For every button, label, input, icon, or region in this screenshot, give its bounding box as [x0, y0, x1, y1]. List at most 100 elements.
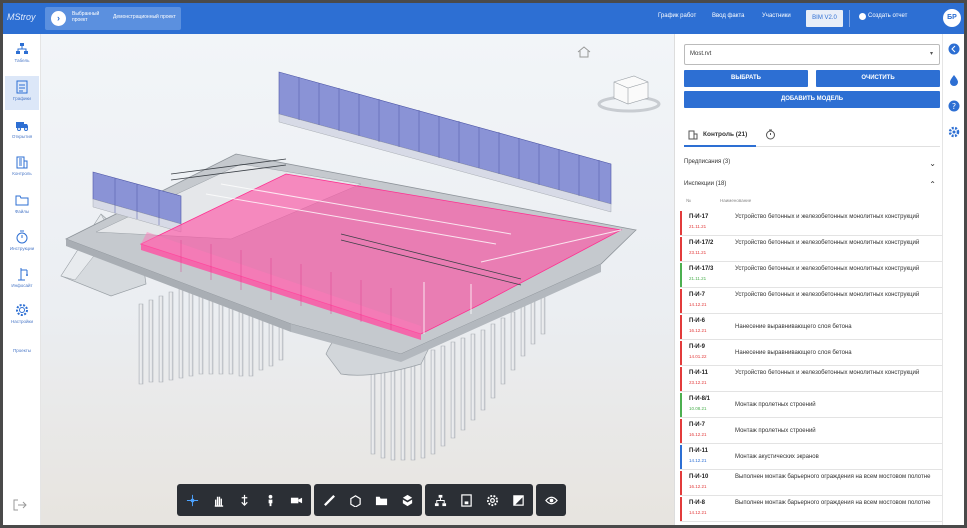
sidebar-item-label: Графики: [13, 96, 31, 101]
folder-icon: [375, 496, 387, 505]
inspection-name: Монтаж пролетных строений: [735, 402, 816, 408]
sidebar-item-settings[interactable]: Настройки: [5, 299, 39, 333]
sidebar-item-label: Настройки: [10, 319, 34, 324]
app-window: MStroy › Выбранный проект Демонстрационн…: [3, 3, 964, 525]
create-report-button[interactable]: Создать отчет: [868, 13, 907, 19]
sidebar-item-openings[interactable]: Открытия: [5, 114, 39, 148]
inspection-code: П-И-6: [689, 318, 705, 324]
section-box-icon: [349, 494, 361, 507]
water-drop-icon[interactable]: [948, 74, 960, 86]
section-box-button[interactable]: [343, 488, 367, 512]
project-name: Демонстрационный проект: [113, 14, 176, 20]
inspection-code: П-И-9: [689, 344, 705, 350]
sidebar-item-projects[interactable]: Проекты: [5, 344, 39, 360]
inspection-row[interactable]: П-И-17/2 23.11.21 Устройство бетонных и же…: [680, 236, 942, 262]
nav-participants[interactable]: Участники: [762, 13, 791, 19]
inspection-code: П-И-7: [689, 292, 705, 298]
sidebar-item-label: Табель: [14, 58, 30, 63]
folder-icon: [15, 195, 29, 206]
project-selector-button[interactable]: › Выбранный проект Демонстрационный прое…: [45, 7, 181, 30]
org-chart-icon: [16, 43, 28, 54]
inspection-name: Устройство бетонных и железобетонных мон…: [735, 214, 920, 220]
inspection-row[interactable]: П-И-10 16.12.21 Выполнен монтаж барьерного…: [680, 470, 942, 496]
caret-down-icon: ▾: [929, 51, 933, 57]
top-bar: MStroy › Выбранный проект Демонстрационн…: [3, 3, 964, 34]
user-avatar[interactable]: БР: [943, 9, 961, 27]
measure-button[interactable]: [317, 488, 341, 512]
navigation-cube[interactable]: [596, 64, 662, 114]
nav-fact-input[interactable]: Ввод факта: [712, 13, 744, 19]
section-prescriptions[interactable]: Предписания (3) ⌄: [684, 159, 940, 175]
sidebar-item-label: Проекты: [12, 348, 32, 353]
sidebar-item-label: Открытия: [11, 134, 33, 139]
explode-button[interactable]: [395, 488, 419, 512]
sidebar-item-instructions[interactable]: Инструкции: [5, 226, 39, 260]
properties-button[interactable]: [454, 488, 478, 512]
stopwatch-icon[interactable]: [765, 129, 776, 140]
model-tree-button[interactable]: [428, 488, 452, 512]
select-button[interactable]: ВЫБРАТЬ: [684, 70, 808, 87]
inspection-date: 21.11.21: [689, 224, 707, 229]
inspection-row[interactable]: П-И-11 14.12.21 Монтаж акустических экрано…: [680, 444, 942, 470]
bridge-3d-model[interactable]: [41, 34, 674, 525]
inspection-date: 14.12.21: [689, 510, 707, 515]
sidebar-item-files[interactable]: Файлы: [5, 189, 39, 223]
sidebar-item-label: Инфосайт: [11, 283, 33, 288]
help-icon[interactable]: ?: [948, 100, 960, 112]
inspection-code: П-И-8/1: [689, 396, 710, 402]
pan-tool-button[interactable]: [206, 488, 230, 512]
inspection-row[interactable]: П-И-17/3 21.11.21 Устройство бетонных и же…: [680, 262, 942, 288]
gear-icon[interactable]: [948, 126, 960, 138]
orbit-tool-button[interactable]: [180, 488, 204, 512]
nav-bim[interactable]: BIM V2.0: [806, 10, 843, 27]
sidebar-item-charts[interactable]: Графики: [5, 76, 39, 110]
status-indicator: [680, 341, 682, 365]
inspection-row[interactable]: П-И-7 14.12.21 Устройство бетонных и желез…: [680, 288, 942, 314]
navigation-tools: [177, 484, 311, 516]
inspection-code: П-И-11: [689, 370, 708, 376]
inspection-name: Монтаж пролетных строений: [735, 428, 816, 434]
inspection-row[interactable]: П-И-11 23.12.21 Устройство бетонных и желе…: [680, 366, 942, 392]
inspection-code: П-И-17: [689, 214, 709, 220]
model-tools: [314, 484, 422, 516]
column-number: №: [686, 198, 691, 203]
home-icon[interactable]: [577, 46, 591, 58]
inspection-date: 21.11.21: [689, 276, 707, 281]
tab-control[interactable]: Контроль (21): [684, 123, 756, 147]
inspection-row[interactable]: П-И-17 21.11.21 Устройство бетонных и желе…: [680, 210, 942, 236]
inspection-name: Нанесение выравнивающего слоя бетона: [735, 350, 852, 356]
fullscreen-button[interactable]: [506, 488, 530, 512]
visibility-button[interactable]: [539, 488, 563, 512]
model-browser-button[interactable]: [369, 488, 393, 512]
inspection-row[interactable]: П-И-7 16.12.21 Монтаж пролетных строений: [680, 418, 942, 444]
add-model-button[interactable]: ДОБАВИТЬ МОДЕЛЬ: [684, 91, 940, 108]
inspection-name: Устройство бетонных и железобетонных мон…: [735, 240, 920, 246]
app-logo: MStroy: [7, 12, 36, 22]
inspection-row[interactable]: П-И-8 14.12.21 Выполнен монтаж барьерного …: [680, 496, 942, 522]
model-select[interactable]: Most.rvt ▾: [684, 44, 940, 65]
status-indicator: [680, 419, 682, 443]
sidebar-item-infosite[interactable]: Инфосайт: [5, 263, 39, 297]
walk-tool-button[interactable]: [232, 488, 256, 512]
section-inspections[interactable]: Инспекции (18) ⌃: [684, 180, 940, 197]
inspection-row[interactable]: П-И-9 14.01.22 Нанесение выравнивающего сл…: [680, 340, 942, 366]
logout-icon[interactable]: [13, 499, 27, 511]
inspection-date: 10.08.21: [689, 406, 707, 411]
nav-schedule[interactable]: График работ: [658, 13, 696, 19]
settings-button[interactable]: [480, 488, 504, 512]
sidebar-item-timesheet[interactable]: Табель: [5, 38, 39, 72]
collapse-panel-icon[interactable]: [948, 43, 960, 55]
sidebar-item-control[interactable]: Контроль: [5, 151, 39, 185]
crane-icon: [18, 268, 28, 281]
camera-button[interactable]: [284, 488, 308, 512]
inspection-row[interactable]: П-И-6 16.12.21 Нанесение выравнивающего сл…: [680, 314, 942, 340]
status-indicator: [680, 471, 682, 495]
svg-text:?: ?: [952, 102, 956, 111]
properties-icon: [460, 493, 472, 507]
clear-button[interactable]: ОЧИСТИТЬ: [816, 70, 940, 87]
explode-icon: [402, 494, 412, 506]
first-person-button[interactable]: [258, 488, 282, 512]
inspection-row[interactable]: П-И-8/1 10.08.21 Монтаж пролетных строений: [680, 392, 942, 418]
truck-icon: [16, 122, 28, 131]
bim-3d-viewport[interactable]: [41, 34, 674, 525]
